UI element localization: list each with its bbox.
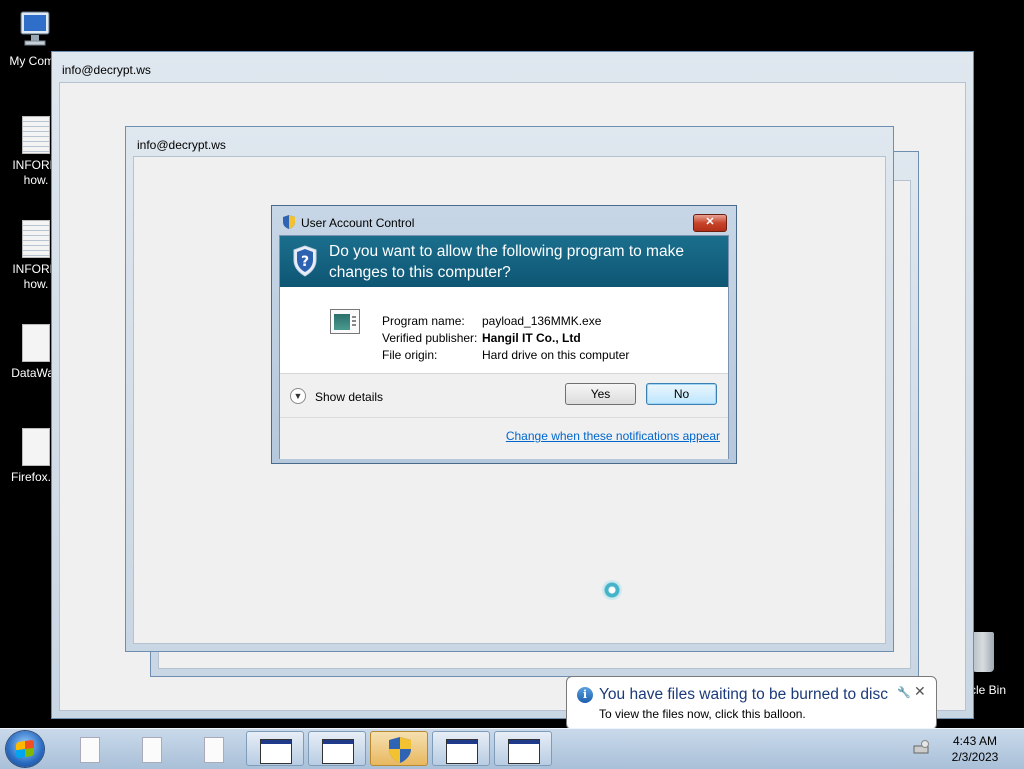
computer-icon (19, 10, 51, 50)
close-button[interactable]: ✕ (693, 214, 727, 232)
disc-burn-tray-icon[interactable] (913, 740, 931, 754)
clock-date: 2/3/2023 (951, 750, 999, 764)
shield-icon (389, 737, 411, 763)
busy-spinner-icon (602, 580, 622, 600)
document-icon (204, 737, 224, 763)
uac-question: Do you want to allow the following progr… (329, 243, 684, 281)
shield-icon (283, 215, 295, 229)
window-icon (260, 739, 292, 764)
publisher-value: Hangil IT Co., Ltd (482, 331, 581, 345)
balloon-title: You have files waiting to be burned to d… (599, 686, 888, 703)
info-icon: i (577, 687, 593, 703)
window-icon (446, 739, 478, 764)
footer-divider (280, 417, 728, 418)
uac-dialog[interactable]: User Account Control ✕ ? Do you want to … (271, 205, 737, 464)
dialog-title: User Account Control (301, 216, 415, 230)
change-notifications-link[interactable]: Change when these notifications appear (506, 429, 720, 443)
taskbar-item-window-3[interactable] (432, 731, 490, 766)
dialog-body: ? Do you want to allow the following pro… (279, 235, 729, 459)
balloon-close-button[interactable]: ✕ (914, 683, 926, 700)
taskbar-item-uac[interactable] (370, 731, 428, 766)
taskbar-item-document-1[interactable] (60, 731, 118, 766)
windows-logo-icon (16, 739, 34, 759)
chevron-down-icon[interactable]: ▼ (290, 388, 306, 404)
origin-label: File origin: (382, 348, 438, 362)
uac-banner: ? Do you want to allow the following pro… (280, 236, 728, 287)
window-icon (322, 739, 354, 764)
program-name-value: payload_136MMK.exe (482, 314, 602, 328)
taskbar-item-document-3[interactable] (184, 731, 242, 766)
file-icon (22, 428, 50, 466)
taskbar (0, 728, 1024, 769)
taskbar-clock[interactable]: 4:43 AM 2/3/2023 (940, 733, 1010, 765)
document-icon (80, 737, 100, 763)
taskbar-item-window-1[interactable] (246, 731, 304, 766)
taskbar-item-window-2[interactable] (308, 731, 366, 766)
desktop-icon-label: cle Bin (970, 683, 1007, 697)
svg-text:?: ? (301, 254, 309, 270)
yes-button[interactable]: Yes (565, 383, 636, 405)
start-button[interactable] (6, 731, 44, 767)
document-icon (142, 737, 162, 763)
clock-time: 4:43 AM (952, 734, 998, 748)
program-icon (330, 309, 360, 334)
window-icon (508, 739, 540, 764)
taskbar-item-window-4[interactable] (494, 731, 552, 766)
show-details-toggle[interactable]: Show details (315, 390, 383, 404)
file-icon (22, 324, 50, 362)
wrench-icon[interactable]: 🔧 (897, 686, 911, 699)
dialog-footer: ▼ Show details Yes No Change when these … (280, 373, 728, 459)
recycle-bin-icon (972, 632, 994, 672)
no-button[interactable]: No (646, 383, 717, 405)
program-name-label: Program name: (382, 314, 465, 328)
program-info: Program name: payload_136MMK.exe Verifie… (280, 288, 728, 372)
origin-value: Hard drive on this computer (482, 348, 630, 362)
publisher-label: Verified publisher: (382, 331, 478, 345)
document-icon (22, 220, 50, 258)
security-shield-icon: ? (293, 245, 317, 277)
balloon-body: To view the files now, click this balloo… (599, 707, 806, 721)
document-icon (22, 116, 50, 154)
window-title: info@decrypt.ws (62, 63, 151, 77)
notification-balloon[interactable]: i You have files waiting to be burned to… (566, 676, 937, 743)
taskbar-item-document-2[interactable] (122, 731, 180, 766)
window-title: info@decrypt.ws (137, 138, 226, 152)
